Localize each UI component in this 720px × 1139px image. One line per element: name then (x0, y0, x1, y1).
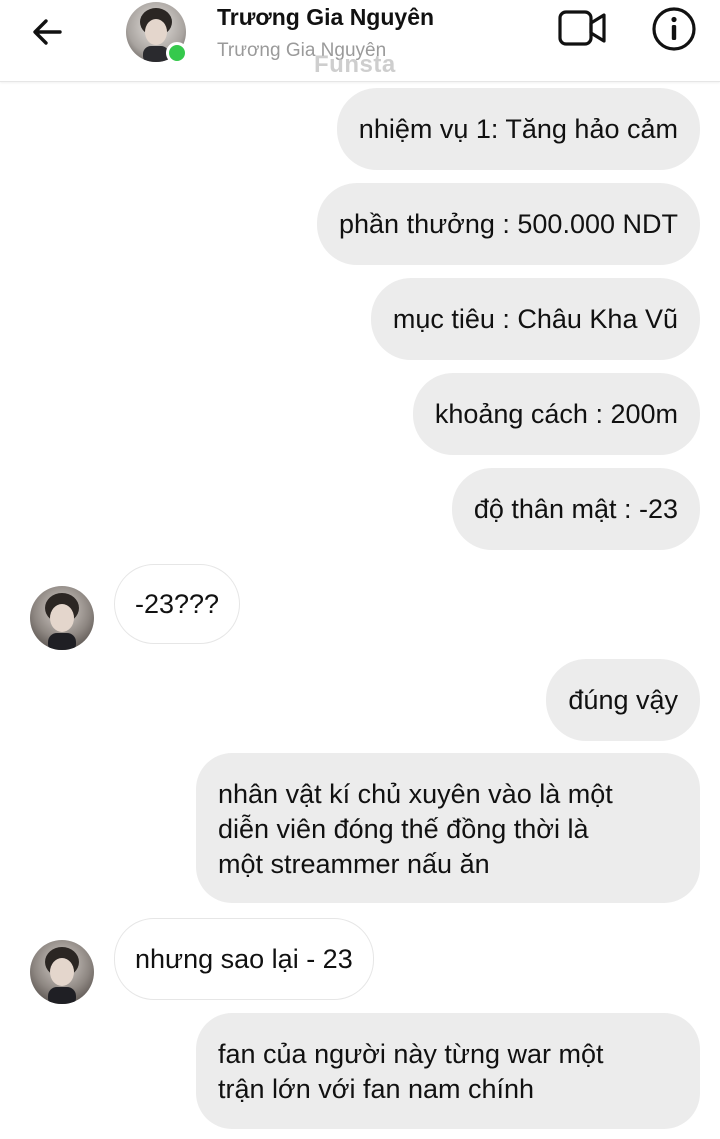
message-line: trận lớn với fan nam chính (218, 1074, 535, 1104)
message-text: nhưng sao lại - 23 (135, 944, 353, 974)
message-bubble-incoming[interactable]: nhưng sao lại - 23 (114, 918, 374, 1000)
sender-avatar[interactable] (30, 940, 94, 1004)
video-camera-icon (558, 10, 606, 46)
video-call-button[interactable] (557, 8, 609, 48)
message-bubble-outgoing[interactable]: độ thân mật : -23 (451, 468, 700, 550)
info-icon (652, 7, 696, 51)
message-bubble-outgoing[interactable]: đúng vậy (546, 659, 700, 741)
message-text: phần thưởng : 500.000 NDT (339, 209, 678, 239)
message-text: -23??? (135, 589, 220, 619)
message-line: một streammer nấu ăn (218, 849, 490, 879)
message-bubble-outgoing[interactable]: mục tiêu : Châu Kha Vũ (370, 278, 700, 360)
contact-avatar[interactable] (126, 2, 188, 64)
back-button[interactable] (26, 10, 74, 54)
message-bubble-outgoing[interactable]: phần thưởng : 500.000 NDT (317, 183, 700, 265)
chat-header: Trương Gia Nguyên Trương Gia Nguyên Funs… (0, 0, 720, 82)
arrow-left-icon (33, 19, 62, 45)
online-status-dot (166, 42, 188, 64)
message-bubble-incoming[interactable]: -23??? (114, 564, 241, 644)
message-bubble-outgoing[interactable]: fan của người này từng war một trận lớn … (196, 1013, 700, 1129)
sender-avatar[interactable] (30, 586, 94, 650)
message-text: nhiệm vụ 1: Tăng hảo cảm (358, 114, 678, 144)
message-bubble-outgoing[interactable]: nhân vật kí chủ xuyên vào là một diễn vi… (196, 753, 700, 903)
message-text: khoảng cách : 200m (434, 399, 678, 429)
message-line: diễn viên đóng thế đồng thời là (218, 814, 589, 844)
message-text: mục tiêu : Châu Kha Vũ (392, 304, 678, 334)
message-line: nhân vật kí chủ xuyên vào là một (218, 779, 613, 809)
message-bubble-outgoing[interactable]: khoảng cách : 200m (412, 373, 700, 455)
contact-name: Trương Gia Nguyên (217, 4, 435, 30)
message-text: đúng vậy (568, 685, 678, 715)
message-text: độ thân mật : -23 (473, 494, 678, 524)
watermark: Funsta (314, 51, 396, 78)
message-line: fan của người này từng war một (218, 1039, 604, 1069)
message-bubble-outgoing[interactable]: nhiệm vụ 1: Tăng hảo cảm (336, 88, 700, 170)
info-button[interactable] (651, 6, 697, 52)
